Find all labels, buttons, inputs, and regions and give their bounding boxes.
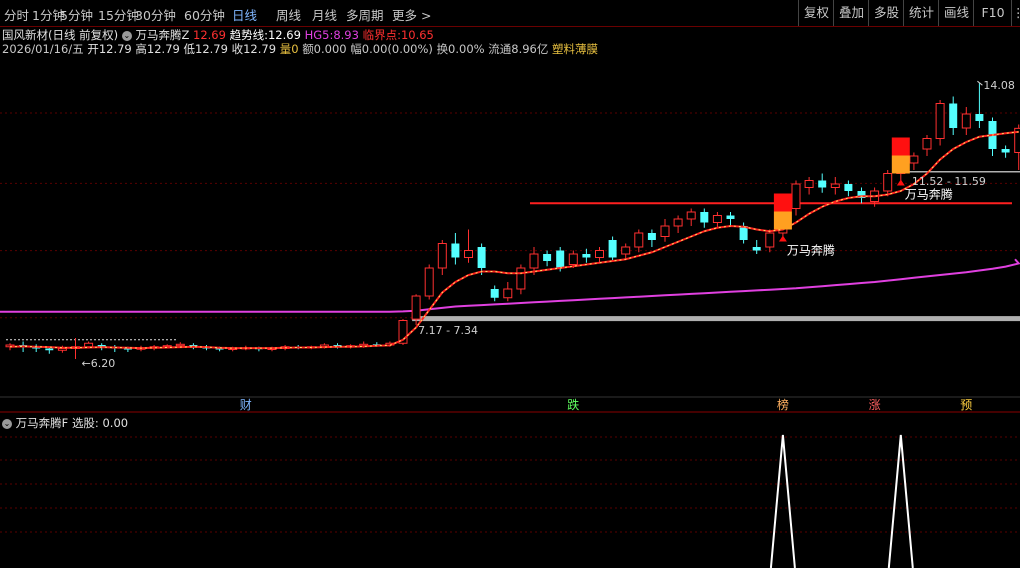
event-marker[interactable]: 涨 [869, 397, 881, 412]
signal-box-red [891, 137, 910, 156]
sub-indicator-chart[interactable] [0, 413, 1020, 568]
candle-body [437, 243, 447, 269]
range-high-label: 11.52 - 11.59 [912, 175, 986, 188]
event-marker[interactable]: 预 [960, 398, 972, 412]
high-price-marker: 14.08 [983, 79, 1015, 92]
hg5-line [0, 258, 1020, 313]
candle-body [582, 254, 591, 258]
candle-body [516, 267, 526, 290]
candle-body [568, 253, 578, 265]
toolbar-button[interactable]: 画线 [938, 0, 974, 26]
candle-body [765, 232, 775, 248]
candle-body [424, 267, 434, 297]
period-toolbar: 分时 1分钟 5分钟 15分钟 30分钟 60分钟 日线 周线 月线 多周期 更多 > 复权 叠加 多股统… [0, 0, 1020, 27]
toolbar-button[interactable]: 统计 [903, 0, 939, 26]
candle-body [804, 180, 814, 188]
candle-body [975, 114, 984, 121]
period-tab[interactable]: 30分钟 [135, 5, 176, 24]
signal-label: 万马奔腾 [905, 187, 953, 202]
candle-body [818, 180, 827, 188]
support-band [412, 316, 1020, 322]
candle-body [490, 289, 499, 298]
low-price-marker: ←6.20 [82, 357, 116, 370]
signal-spike [769, 434, 796, 568]
period-tab[interactable]: 15分钟 [98, 5, 139, 24]
candle-body [411, 295, 421, 320]
signal-spike [887, 434, 914, 568]
signal-arrow-icon [778, 235, 787, 242]
trend-line-dash [9, 131, 1019, 349]
signal-arrow-icon [896, 179, 905, 186]
candle-body [45, 348, 54, 351]
candle-body [634, 232, 644, 248]
event-marker[interactable]: 财 [240, 398, 252, 412]
candle-body [451, 243, 460, 258]
candle-body [175, 343, 185, 347]
sub-indicator-label: 选股: 0.00 [71, 416, 129, 430]
candle-body [529, 253, 539, 269]
candle-body [608, 240, 617, 258]
candle-body [844, 184, 853, 191]
trend-line [9, 130, 1019, 350]
candle-body [909, 155, 919, 164]
kline-chart[interactable]: 万马奔腾万马奔腾14.08←6.207.17 - 7.3411.52 - 11.… [0, 27, 1020, 413]
chevron-down-icon[interactable]: ⌄ [2, 419, 12, 429]
candle-body [464, 250, 473, 258]
grid-icon[interactable]: ⋮ [1011, 0, 1020, 26]
sub-indicator-header: ⌄ 万马奔腾F 选股: 0.00 [2, 415, 128, 431]
candle-body [700, 212, 709, 223]
signal-box-orange [891, 155, 910, 174]
toolbar-button[interactable]: 复权 [798, 0, 834, 26]
candle-body [949, 103, 958, 128]
range-low-label: 7.17 - 7.34 [418, 324, 478, 337]
toolbar-button[interactable]: 叠加 [833, 0, 869, 26]
period-tab[interactable]: 日线 [232, 5, 257, 24]
candle-body [752, 247, 761, 251]
toolbar-button[interactable]: 多股 [868, 0, 904, 26]
event-marker[interactable]: 跌 [567, 397, 579, 412]
candle-body [595, 250, 604, 258]
candle-body [621, 246, 631, 255]
period-tab[interactable]: 月线 [312, 5, 337, 24]
period-tab[interactable]: 更多 > [392, 5, 431, 24]
candle-body [477, 247, 486, 268]
candle-body [543, 254, 552, 261]
period-tab[interactable]: 周线 [276, 5, 301, 24]
candle-body [830, 183, 840, 188]
candle-body [712, 215, 722, 223]
candle-body [647, 233, 656, 240]
event-marker[interactable]: 榜 [777, 397, 789, 412]
candle-body [726, 215, 735, 219]
candle-body [556, 250, 565, 268]
candle-body [935, 103, 945, 139]
candle-body [961, 113, 971, 129]
period-tab[interactable]: 多周期 [346, 5, 384, 24]
sub-indicator-name[interactable]: 万马奔腾F [16, 416, 69, 430]
candle-body [922, 138, 932, 150]
signal-box-red [773, 193, 792, 212]
candle-body [660, 225, 670, 237]
candle-body [686, 211, 696, 220]
signal-box-orange [773, 211, 792, 230]
signal-label: 万马奔腾 [787, 243, 835, 258]
toolbar-button[interactable]: F10 [973, 0, 1012, 26]
candle-body [673, 218, 683, 227]
period-tab[interactable]: 60分钟 [184, 5, 225, 24]
candle-body [791, 183, 801, 209]
candle-body [883, 173, 893, 192]
period-tab[interactable]: 5分钟 [60, 5, 93, 24]
candle-body [503, 288, 513, 299]
period-tab[interactable]: 分时 [4, 5, 29, 24]
candle-body [1001, 149, 1010, 153]
candle-body [84, 342, 94, 348]
